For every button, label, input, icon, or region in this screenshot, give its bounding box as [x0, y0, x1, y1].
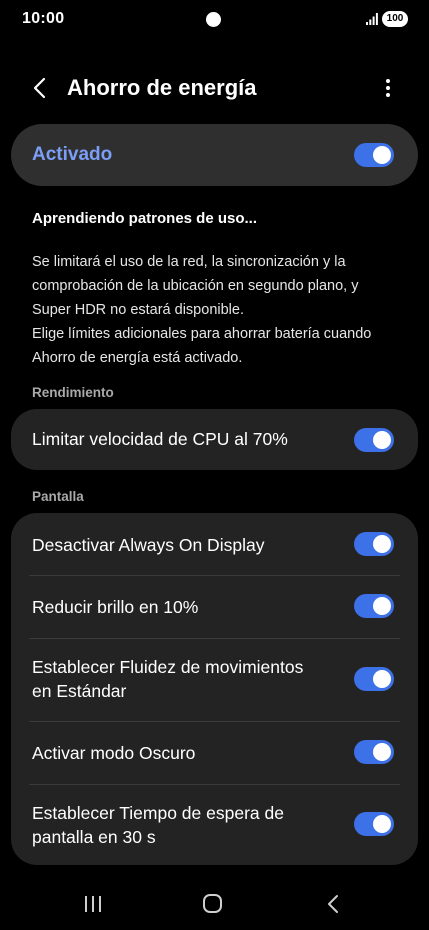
info-title: Aprendiendo patrones de uso...	[32, 210, 258, 227]
setting-label-line: Establecer Tiempo de espera de	[32, 803, 284, 823]
signal-icon	[366, 13, 378, 25]
setting-label: Desactivar Always On Display	[32, 535, 265, 555]
setting-label: Limitar velocidad de CPU al 70%	[32, 429, 288, 449]
setting-label: Establecer Fluidez de movimientos en Est…	[32, 655, 303, 703]
always-on-display-toggle[interactable]	[354, 532, 394, 556]
info-line: Super HDR no estará disponible.	[32, 302, 244, 318]
dark-mode-toggle[interactable]	[354, 740, 394, 764]
setting-label-line: pantalla en 30 s	[32, 827, 156, 847]
section-header-display: Pantalla	[32, 489, 84, 504]
info-line: Elige límites adicionales para ahorrar b…	[32, 326, 372, 342]
setting-row-screen-timeout[interactable]: Establecer Tiempo de espera de pantalla …	[11, 785, 418, 865]
performance-card: Limitar velocidad de CPU al 70%	[11, 409, 418, 470]
master-toggle-switch[interactable]	[354, 143, 394, 167]
setting-row-reduce-brightness[interactable]: Reducir brillo en 10%	[11, 576, 418, 638]
motion-smoothness-toggle[interactable]	[354, 667, 394, 691]
setting-label: Reducir brillo en 10%	[32, 597, 199, 617]
camera-cutout	[206, 12, 221, 27]
app-bar: Ahorro de energía	[0, 62, 429, 114]
home-icon[interactable]	[203, 894, 222, 913]
recent-apps-icon[interactable]	[84, 896, 102, 912]
battery-icon: 100	[382, 11, 408, 27]
status-time: 10:00	[22, 10, 65, 27]
setting-label: Activar modo Oscuro	[32, 743, 196, 763]
more-options-icon[interactable]	[380, 76, 396, 100]
setting-row-motion-smoothness[interactable]: Establecer Fluidez de movimientos en Est…	[11, 639, 418, 721]
setting-row-cpu-limit[interactable]: Limitar velocidad de CPU al 70%	[11, 409, 418, 470]
info-line: Ahorro de energía está activado.	[32, 350, 243, 366]
cpu-limit-toggle[interactable]	[354, 428, 394, 452]
back-arrow-icon[interactable]	[28, 76, 52, 100]
page-title: Ahorro de energía	[67, 75, 257, 100]
section-header-performance: Rendimiento	[32, 385, 114, 400]
setting-label-line: en Estándar	[32, 681, 127, 701]
master-toggle-label: Activado	[32, 144, 113, 165]
screen-timeout-toggle[interactable]	[354, 812, 394, 836]
info-description: Se limitará el uso de la red, la sincron…	[32, 250, 402, 370]
status-bar: 10:00 100	[0, 0, 429, 40]
setting-label: Establecer Tiempo de espera de pantalla …	[32, 801, 284, 849]
system-nav-bar	[0, 880, 429, 930]
setting-label-line: Establecer Fluidez de movimientos	[32, 657, 304, 677]
nav-back-icon[interactable]	[326, 894, 340, 914]
info-line: comprobación de la ubicación en segundo …	[32, 278, 359, 294]
info-line: Se limitará el uso de la red, la sincron…	[32, 254, 346, 270]
setting-row-always-on-display[interactable]: Desactivar Always On Display	[11, 513, 418, 575]
display-card: Desactivar Always On Display Reducir bri…	[11, 513, 418, 865]
setting-row-dark-mode[interactable]: Activar modo Oscuro	[11, 722, 418, 784]
reduce-brightness-toggle[interactable]	[354, 594, 394, 618]
master-toggle-row[interactable]: Activado	[11, 124, 418, 186]
